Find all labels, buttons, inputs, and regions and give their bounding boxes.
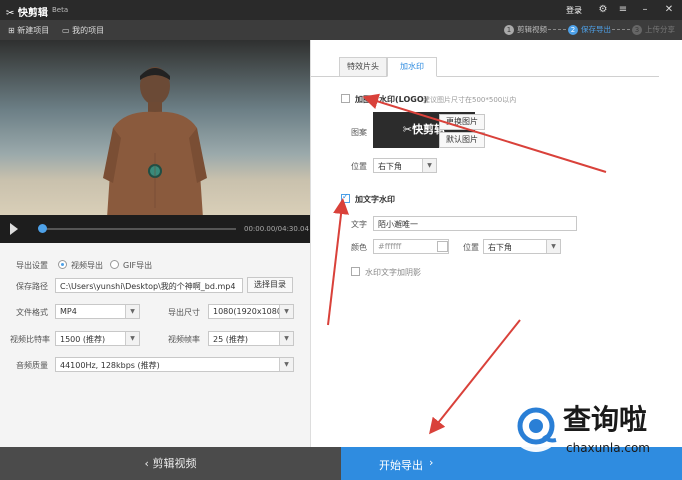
- scissors-icon: ✂: [402, 123, 413, 136]
- export-settings-label: 导出设置: [16, 261, 48, 270]
- chevron-right-icon: ›: [429, 456, 434, 469]
- step-export[interactable]: 2 保存导出: [568, 24, 611, 35]
- image-position-select[interactable]: 右下角: [373, 158, 437, 173]
- close-icon[interactable]: ✕: [662, 3, 676, 17]
- gif-export-label: GIF导出: [123, 261, 153, 270]
- bitrate-label: 视频比特率: [10, 335, 50, 344]
- fps-label: 视频帧率: [168, 335, 200, 344]
- seek-handle[interactable]: [38, 224, 47, 233]
- time-display: 00:00.00/04:30.04: [244, 225, 309, 233]
- step-separator: [548, 29, 566, 30]
- gif-export-radio[interactable]: [110, 260, 119, 269]
- player-controls: 00:00.00/04:30.04: [0, 215, 310, 243]
- save-path-label: 保存路径: [16, 282, 48, 291]
- text-watermark-checkbox[interactable]: [341, 192, 350, 203]
- edit-video-button[interactable]: ‹ 剪辑视频: [0, 447, 341, 480]
- step-number: 3: [632, 25, 642, 35]
- tab-divider: [311, 76, 339, 77]
- step-label: 上传分享: [645, 25, 675, 34]
- text-position-label: 位置: [463, 243, 479, 252]
- video-export-radio[interactable]: [58, 260, 67, 269]
- audio-quality-select[interactable]: 44100Hz, 128kbps (推荐): [55, 357, 294, 372]
- menu-icon[interactable]: ≡: [616, 3, 630, 17]
- choose-directory-button[interactable]: 选择目录: [247, 277, 293, 293]
- minimize-icon[interactable]: –: [638, 3, 652, 17]
- toolbar: ⊞ 新建项目 ▭ 我的项目 1 剪辑视频 2 保存导出 3 上传分享: [0, 20, 682, 40]
- video-preview: [0, 40, 310, 215]
- skin-icon[interactable]: ⚙: [596, 3, 610, 17]
- watermark-panel: 特效片头 加水印 加图片水印(LOGO) 建议图片尺寸在500*500以内 图案…: [310, 40, 682, 447]
- change-image-button[interactable]: 更换图片: [439, 114, 485, 130]
- app-name: 快剪辑: [17, 8, 48, 19]
- file-format-select[interactable]: MP4: [55, 304, 140, 319]
- tab-watermark[interactable]: 加水印: [387, 57, 437, 77]
- export-size-select[interactable]: 1080(1920x1080): [208, 304, 294, 319]
- text-watermark-label: 加文字水印: [355, 195, 395, 204]
- step-number: 2: [568, 25, 578, 35]
- tab-divider: [437, 76, 659, 77]
- color-label: 颜色: [351, 243, 367, 252]
- seek-bar[interactable]: [40, 228, 236, 230]
- video-export-label: 视频导出: [71, 261, 103, 270]
- video-frame-person: [103, 67, 207, 215]
- title-bar: ✂ 快剪辑 Beta 登录 ⚙ ≡ – ✕: [0, 0, 682, 20]
- step-share: 3 上传分享: [632, 24, 675, 35]
- bitrate-select[interactable]: 1500 (推荐): [55, 331, 140, 346]
- step-edit[interactable]: 1 剪辑视频: [504, 24, 547, 35]
- site-watermark-url: chaxunla.com: [566, 441, 650, 455]
- app-logo: ✂ 快剪辑: [6, 8, 48, 19]
- watermark-text-input[interactable]: 陌小邂唯一: [373, 216, 577, 231]
- text-shadow-label: 水印文字加阴影: [365, 268, 421, 277]
- image-watermark-checkbox[interactable]: [341, 94, 350, 103]
- text-shadow-checkbox[interactable]: [351, 267, 360, 276]
- image-position-label: 位置: [351, 162, 367, 171]
- file-format-label: 文件格式: [16, 308, 48, 317]
- export-settings-panel: 导出设置 视频导出 GIF导出 保存路径 C:\Users\yunshi\Des…: [0, 243, 310, 447]
- site-watermark-cn: 查询啦: [563, 403, 648, 436]
- image-watermark-label: 加图片水印(LOGO): [355, 95, 428, 104]
- image-pattern-label: 图案: [351, 128, 367, 137]
- start-export-label: 开始导出: [379, 459, 423, 472]
- beta-label: Beta: [52, 6, 69, 14]
- audio-quality-label: 音频质量: [16, 361, 48, 370]
- image-watermark-hint: 建议图片尺寸在500*500以内: [423, 96, 517, 104]
- text-position-select[interactable]: 右下角: [483, 239, 561, 254]
- chevron-left-icon: ‹: [144, 457, 149, 470]
- tab-intro-effects[interactable]: 特效片头: [339, 57, 387, 77]
- color-swatch[interactable]: [437, 241, 448, 252]
- step-number: 1: [504, 25, 514, 35]
- fps-select[interactable]: 25 (推荐): [208, 331, 294, 346]
- default-image-button[interactable]: 默认图片: [439, 132, 485, 148]
- login-link[interactable]: 登录: [566, 5, 582, 16]
- save-path-input[interactable]: C:\Users\yunshi\Desktop\我的个神啊_bd.mp4: [55, 278, 243, 293]
- step-separator: [612, 29, 630, 30]
- export-size-label: 导出尺寸: [168, 308, 200, 317]
- step-label: 剪辑视频: [517, 25, 547, 34]
- step-label: 保存导出: [581, 25, 611, 34]
- step-indicator: 1 剪辑视频 2 保存导出 3 上传分享: [0, 24, 682, 36]
- text-label: 文字: [351, 220, 367, 229]
- edit-video-label: 剪辑视频: [152, 457, 197, 470]
- play-icon[interactable]: [10, 223, 18, 235]
